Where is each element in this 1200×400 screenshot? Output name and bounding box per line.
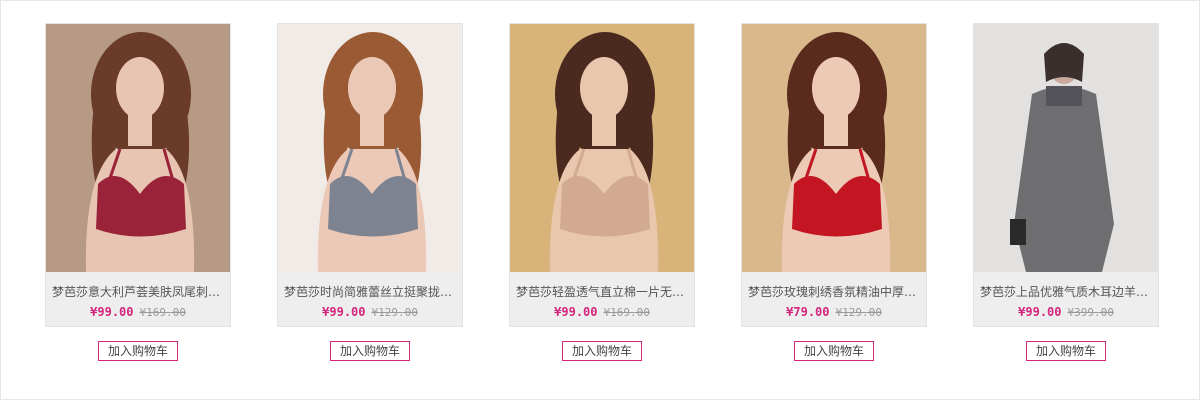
product-image[interactable] [974, 24, 1158, 272]
product-image[interactable] [278, 24, 462, 272]
model-photo [46, 24, 230, 272]
add-to-cart-button[interactable]: 加入购物车 [98, 341, 178, 361]
product-box[interactable]: 梦芭莎上品优雅气质木耳边羊… ¥99.00 ¥399.00 [973, 23, 1159, 327]
add-to-cart-button[interactable]: 加入购物车 [1026, 341, 1106, 361]
product-card: 梦芭莎时尚简雅蕾丝立挺聚拢… ¥99.00 ¥129.00 加入购物车 [277, 23, 463, 361]
sale-price: ¥99.00 [1018, 305, 1062, 319]
product-card: 梦芭莎上品优雅气质木耳边羊… ¥99.00 ¥399.00 加入购物车 [973, 23, 1159, 361]
original-price: ¥169.00 [139, 306, 186, 319]
sale-price: ¥99.00 [554, 305, 598, 319]
model-photo [974, 24, 1158, 272]
product-box[interactable]: 梦芭莎意大利芦荟美肤凤尾刺… ¥99.00 ¥169.00 [45, 23, 231, 327]
sale-price: ¥99.00 [322, 305, 366, 319]
original-price: ¥129.00 [371, 306, 418, 319]
product-image[interactable] [510, 24, 694, 272]
original-price: ¥129.00 [835, 306, 882, 319]
original-price: ¥399.00 [1067, 306, 1114, 319]
product-box[interactable]: 梦芭莎时尚简雅蕾丝立挺聚拢… ¥99.00 ¥129.00 [277, 23, 463, 327]
model-photo [278, 24, 462, 272]
product-card: 梦芭莎意大利芦荟美肤凤尾刺… ¥99.00 ¥169.00 加入购物车 [45, 23, 231, 361]
product-box[interactable]: 梦芭莎玫瑰刺绣香氛精油中厚… ¥79.00 ¥129.00 [741, 23, 927, 327]
product-image[interactable] [46, 24, 230, 272]
model-photo [742, 24, 926, 272]
sale-price: ¥99.00 [90, 305, 134, 319]
add-to-cart-button[interactable]: 加入购物车 [330, 341, 410, 361]
product-card: 梦芭莎轻盈透气直立棉一片无… ¥99.00 ¥169.00 加入购物车 [509, 23, 695, 361]
product-box[interactable]: 梦芭莎轻盈透气直立棉一片无… ¥99.00 ¥169.00 [509, 23, 695, 327]
product-grid: 梦芭莎意大利芦荟美肤凤尾刺… ¥99.00 ¥169.00 加入购物车 梦芭莎时尚… [45, 23, 1159, 361]
add-to-cart-button[interactable]: 加入购物车 [562, 341, 642, 361]
sale-price: ¥79.00 [786, 305, 830, 319]
product-image[interactable] [742, 24, 926, 272]
original-price: ¥169.00 [603, 306, 650, 319]
add-to-cart-button[interactable]: 加入购物车 [794, 341, 874, 361]
product-card: 梦芭莎玫瑰刺绣香氛精油中厚… ¥79.00 ¥129.00 加入购物车 [741, 23, 927, 361]
model-photo [510, 24, 694, 272]
